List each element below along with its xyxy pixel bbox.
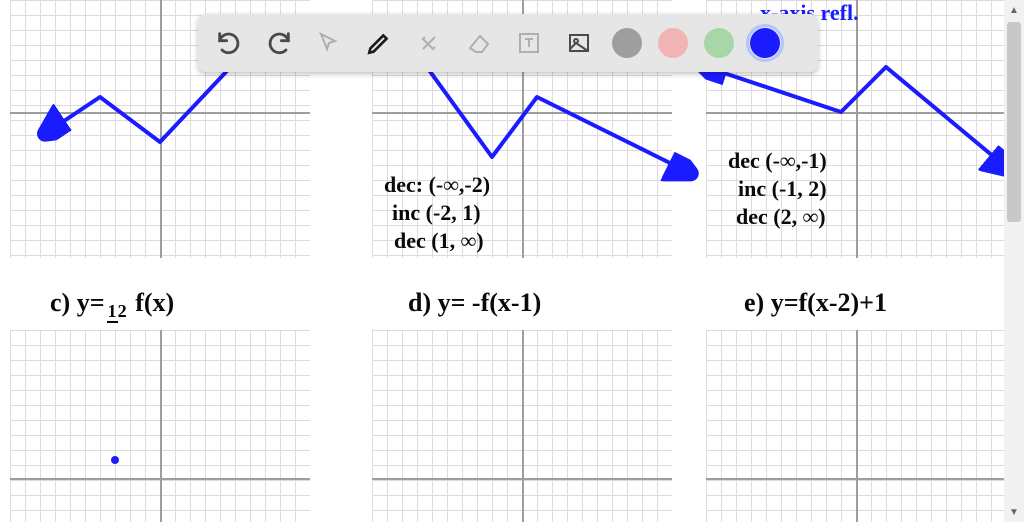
grid-bottom-center (372, 330, 672, 522)
redo-button[interactable] (262, 26, 296, 60)
color-swatch-grey[interactable] (612, 28, 642, 58)
note-center-3: dec (1, ∞) (394, 228, 484, 254)
whiteboard-canvas[interactable]: x-axis refl. dec: (-∞,-2) inc (-2, 1) de… (0, 0, 1004, 522)
note-center-1: dec: (-∞,-2) (384, 172, 490, 198)
label-c-num: 1 (107, 301, 118, 323)
vertical-scrollbar: ▲ ▼ (1004, 0, 1024, 522)
label-c-prefix: c) y= (50, 288, 105, 317)
drawing-toolbar (198, 14, 818, 72)
pointer-tool-icon[interactable] (312, 26, 346, 60)
scroll-down-button[interactable]: ▼ (1004, 502, 1024, 522)
grid-bottom-right (706, 330, 1004, 522)
scroll-up-button[interactable]: ▲ (1004, 0, 1024, 20)
label-problem-e: e) y=f(x-2)+1 (744, 288, 887, 318)
text-tool-icon[interactable] (512, 26, 546, 60)
label-c-suffix: f(x) (129, 288, 174, 317)
note-center-2: inc (-2, 1) (392, 200, 481, 226)
color-swatch-pink[interactable] (658, 28, 688, 58)
scroll-thumb[interactable] (1007, 22, 1021, 222)
pen-tool-icon[interactable] (362, 26, 396, 60)
grid-bottom-left (10, 330, 310, 522)
note-right-2: inc (-1, 2) (738, 176, 827, 202)
undo-button[interactable] (212, 26, 246, 60)
eraser-tool-icon[interactable] (462, 26, 496, 60)
note-right-1: dec (-∞,-1) (728, 148, 827, 174)
image-tool-icon[interactable] (562, 26, 596, 60)
color-swatch-blue[interactable] (750, 28, 780, 58)
label-c-den: 2 (118, 301, 127, 321)
note-right-3: dec (2, ∞) (736, 204, 826, 230)
tools-icon[interactable] (412, 26, 446, 60)
label-problem-c: c) y=12 f(x) (50, 288, 174, 320)
label-problem-d: d) y= -f(x-1) (408, 288, 541, 318)
color-swatch-green[interactable] (704, 28, 734, 58)
